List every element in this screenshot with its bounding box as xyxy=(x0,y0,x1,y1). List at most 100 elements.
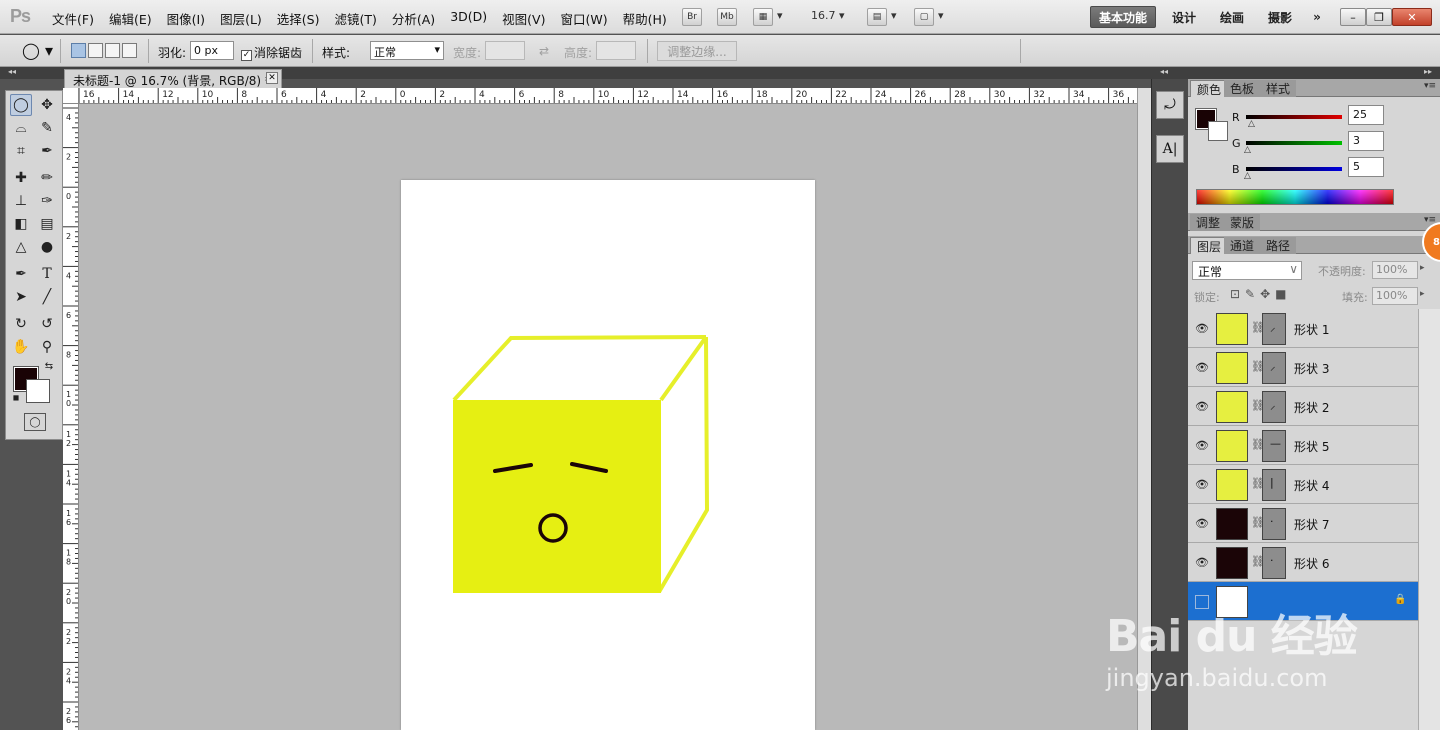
menu-item[interactable]: 分析(A) xyxy=(392,9,435,28)
layer-thumbnail[interactable] xyxy=(1216,391,1248,423)
layer-thumbnail[interactable] xyxy=(1216,430,1248,462)
chevron-down-icon[interactable]: ▾ xyxy=(938,9,944,22)
eraser-tool-icon[interactable]: ◧ xyxy=(10,213,32,235)
pen-tool-icon[interactable]: ✒ xyxy=(10,263,32,285)
menu-item[interactable]: 滤镜(T) xyxy=(334,9,376,28)
fill-slider-arrow-icon[interactable]: ▸ xyxy=(1420,289,1425,299)
healing-brush-tool-icon[interactable]: ✚ xyxy=(10,167,32,189)
antialias-checkbox[interactable]: ✓ 消除锯齿 xyxy=(241,44,302,61)
brush-tool-icon[interactable]: ✏ xyxy=(36,167,58,189)
arrange-documents-button[interactable]: ▤ xyxy=(867,8,887,26)
layers-scrollbar[interactable] xyxy=(1418,309,1440,730)
move-tool-icon[interactable]: ✥ xyxy=(36,94,58,116)
collapse-arrows-icon[interactable]: ◂◂ xyxy=(1160,67,1168,76)
slider-thumb-icon[interactable]: △ xyxy=(1244,145,1251,155)
visibility-eye-icon[interactable]: 👁 xyxy=(1195,478,1209,491)
zoom-level-dropdown[interactable]: 16.7 ▾ xyxy=(811,9,845,22)
swap-dimensions-icon[interactable]: ⇄ xyxy=(539,44,549,58)
horizontal-ruler[interactable]: 16 14 12 10 8 6 4 2 0 2 4 6 8 10 12 14 16 18 20 22 24 26 28 30 3… xyxy=(63,88,1137,104)
tab-channels[interactable]: 通道 xyxy=(1224,237,1261,254)
layer-thumbnail[interactable] xyxy=(1216,313,1248,345)
crop-tool-icon[interactable]: ⌗ xyxy=(10,140,32,162)
background-color-swatch[interactable] xyxy=(26,379,50,403)
vector-mask-thumbnail[interactable]: ⸝ xyxy=(1262,352,1286,384)
line-tool-icon[interactable]: ╱ xyxy=(36,286,58,308)
subtract-selection-icon[interactable] xyxy=(105,43,120,58)
blend-mode-select[interactable]: 正常 ∨ xyxy=(1192,261,1302,280)
menu-item[interactable]: 帮助(H) xyxy=(623,9,667,28)
feather-input[interactable]: 0 px xyxy=(190,41,234,60)
menu-item[interactable]: 图层(L) xyxy=(220,9,262,28)
visibility-eye-icon[interactable]: 👁 xyxy=(1195,322,1209,335)
gradient-tool-icon[interactable]: ▤ xyxy=(36,213,58,235)
visibility-eye-icon[interactable] xyxy=(1195,595,1209,609)
tab-color[interactable]: 颜色 xyxy=(1190,80,1229,97)
layer-thumbnail[interactable] xyxy=(1216,508,1248,540)
menu-item[interactable]: 视图(V) xyxy=(502,9,545,28)
refine-edge-button[interactable]: 调整边缘... xyxy=(657,41,737,61)
slider-thumb-icon[interactable]: △ xyxy=(1244,171,1251,181)
visibility-eye-icon[interactable]: 👁 xyxy=(1195,556,1209,569)
document-window[interactable]: 16 14 12 10 8 6 4 2 0 2 4 6 8 10 12 14 16 18 20 22 24 26 28 30 3… xyxy=(63,88,1151,730)
layer-name[interactable]: 形状 3 xyxy=(1294,360,1329,377)
layer-row[interactable]: 👁 ⛓ · 形状 7 xyxy=(1188,504,1418,543)
tab-adjustments[interactable]: 调整 xyxy=(1190,214,1227,231)
layer-thumbnail[interactable] xyxy=(1216,352,1248,384)
document-canvas[interactable] xyxy=(401,180,815,730)
elliptical-marquee-preset-icon[interactable]: ◯ ▾ xyxy=(22,41,53,60)
view-extras-button[interactable]: ▦ xyxy=(753,8,773,26)
type-tool-icon[interactable]: T xyxy=(36,263,58,285)
tab-layers[interactable]: 图层 xyxy=(1190,237,1229,254)
color-panel-background-swatch[interactable] xyxy=(1208,121,1228,141)
layer-row[interactable]: 👁 ⛓ · 形状 6 xyxy=(1188,543,1418,582)
layer-thumbnail[interactable] xyxy=(1216,469,1248,501)
layer-row[interactable]: 👁 ⛓ ⸝ 形状 3 xyxy=(1188,348,1418,387)
lock-icons[interactable]: ⊡✎✥■ xyxy=(1230,287,1292,301)
layer-name[interactable]: 形状 2 xyxy=(1294,399,1329,416)
channel-g-input[interactable]: 3 xyxy=(1348,131,1384,151)
clone-stamp-tool-icon[interactable]: ⊥ xyxy=(10,190,32,212)
quick-mask-icon[interactable]: ◯ xyxy=(24,413,46,431)
layer-name[interactable]: 形状 7 xyxy=(1294,516,1329,533)
bridge-button[interactable]: Br xyxy=(682,8,702,26)
tab-paths[interactable]: 路径 xyxy=(1260,237,1297,254)
close-icon[interactable]: ✕ xyxy=(266,72,278,84)
channel-b-input[interactable]: 5 xyxy=(1348,157,1384,177)
close-button[interactable]: ✕ xyxy=(1392,8,1432,26)
tab-masks[interactable]: 蒙版 xyxy=(1224,214,1261,231)
swap-colors-icon[interactable]: ⇆ xyxy=(42,359,56,373)
layer-thumbnail[interactable] xyxy=(1216,586,1248,618)
color-spectrum[interactable] xyxy=(1196,189,1394,205)
visibility-eye-icon[interactable]: 👁 xyxy=(1195,400,1209,413)
workspace-photography[interactable]: 摄影 xyxy=(1260,6,1300,28)
new-selection-icon[interactable] xyxy=(71,43,86,58)
intersect-selection-icon[interactable] xyxy=(122,43,137,58)
layer-row[interactable]: 👁 ⛓ — 形状 5 xyxy=(1188,426,1418,465)
default-colors-icon[interactable]: ◼ xyxy=(10,391,22,403)
layer-row-selected[interactable]: 🔒 xyxy=(1188,582,1418,621)
layer-name[interactable]: 形状 1 xyxy=(1294,321,1329,338)
visibility-eye-icon[interactable]: 👁 xyxy=(1195,361,1209,374)
blur-tool-icon[interactable]: △ xyxy=(10,236,32,258)
layer-name[interactable]: 形状 6 xyxy=(1294,555,1329,572)
style-select[interactable]: 正常 ▾ xyxy=(370,41,444,60)
tab-swatches[interactable]: 色板 xyxy=(1224,80,1261,97)
vertical-ruler[interactable]: 4202468101214161820222426 xyxy=(63,104,79,730)
zoom-tool-icon[interactable]: ⚲ xyxy=(36,336,58,358)
quick-selection-tool-icon[interactable]: ✎ xyxy=(36,117,58,139)
layer-thumbnail[interactable] xyxy=(1216,547,1248,579)
layer-name[interactable]: 形状 5 xyxy=(1294,438,1329,455)
mini-bridge-button[interactable]: Mb xyxy=(717,8,737,26)
3d-orbit-tool-icon[interactable]: ↺ xyxy=(36,313,58,335)
channel-b-slider[interactable] xyxy=(1246,167,1342,171)
vector-mask-thumbnail[interactable]: · xyxy=(1262,547,1286,579)
channel-g-slider[interactable] xyxy=(1246,141,1342,145)
collapse-arrows-icon[interactable]: ◂◂ xyxy=(8,67,16,76)
history-brush-tool-icon[interactable]: ✑ xyxy=(36,190,58,212)
ruler-origin[interactable] xyxy=(63,88,79,104)
3d-rotate-tool-icon[interactable]: ↻ xyxy=(10,313,32,335)
menu-item[interactable]: 编辑(E) xyxy=(109,9,152,28)
restore-button[interactable]: ❐ xyxy=(1366,8,1392,26)
vector-mask-thumbnail[interactable]: | xyxy=(1262,469,1286,501)
workspace-more[interactable]: » xyxy=(1306,6,1328,28)
